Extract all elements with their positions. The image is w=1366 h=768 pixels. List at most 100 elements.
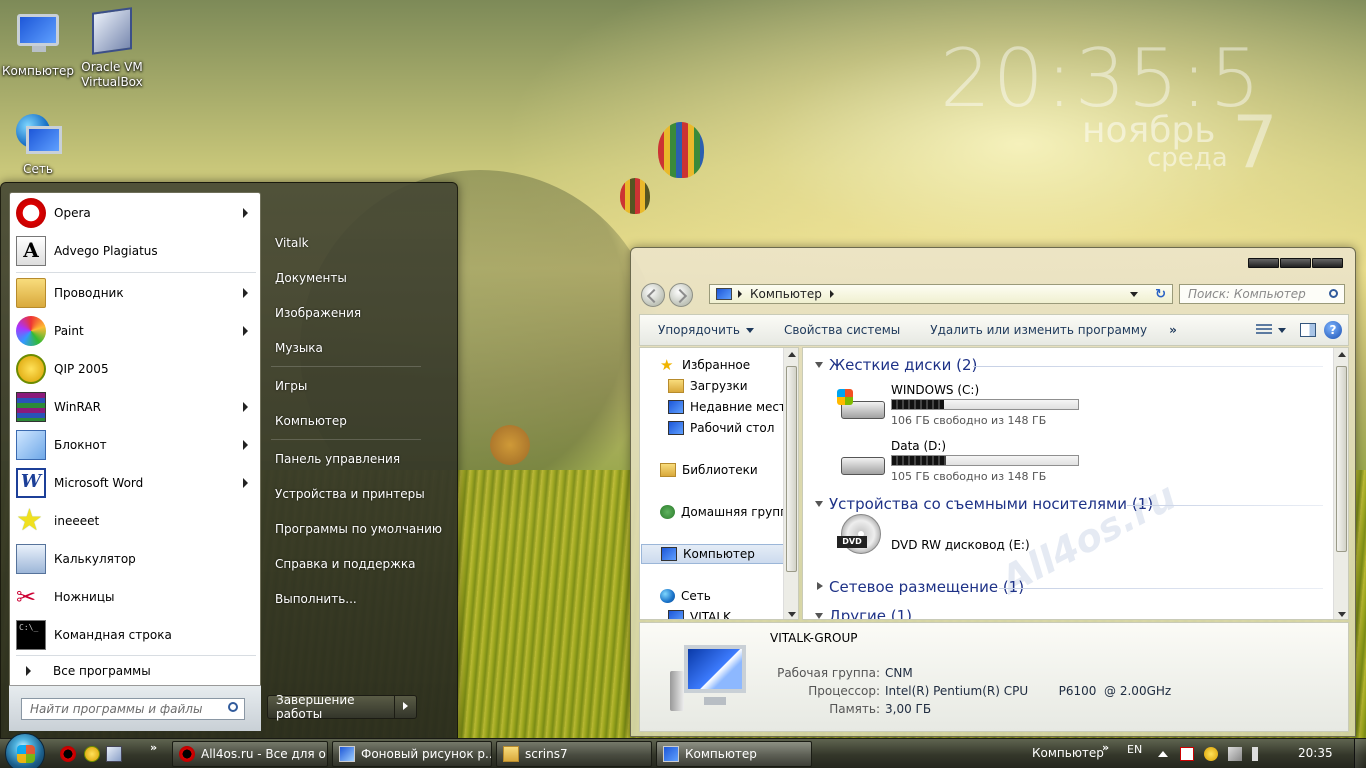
start-right-devices-printers[interactable]: Устройства и принтеры (275, 487, 425, 501)
start-item-winrar[interactable]: WinRAR (14, 389, 258, 425)
navigation-scrollbar[interactable] (783, 348, 798, 619)
collapse-arrow-icon[interactable] (815, 362, 823, 368)
start-search-input[interactable]: Найти программы и файлы (21, 698, 245, 720)
shutdown-button[interactable]: Завершение работы (268, 693, 394, 721)
nav-network[interactable]: Сеть (660, 589, 711, 603)
nav-network-pc[interactable]: VITALK (668, 610, 731, 619)
start-right-games[interactable]: Игры (275, 379, 307, 393)
start-item-ineeeet[interactable]: ★ ineeeet (14, 503, 258, 539)
scroll-down-icon[interactable] (788, 612, 796, 617)
start-right-pictures[interactable]: Изображения (275, 306, 361, 320)
scroll-up-icon[interactable] (788, 352, 796, 357)
breadcrumb-arrow-icon[interactable] (829, 290, 834, 298)
start-item-calculator[interactable]: Калькулятор (14, 541, 258, 577)
volume-icon[interactable] (1252, 747, 1266, 761)
shutdown-options-arrow-icon[interactable] (394, 696, 416, 718)
task-button-computer[interactable]: Компьютер (656, 741, 812, 767)
all-programs-button[interactable]: Все программы (14, 658, 258, 684)
qip-tray-icon[interactable] (1204, 747, 1218, 761)
scrollbar-thumb[interactable] (1336, 366, 1347, 552)
breadcrumb-arrow-icon[interactable] (738, 290, 742, 298)
show-desktop-button[interactable] (1354, 739, 1366, 768)
explorer-search-input[interactable]: Поиск: Компьютер (1179, 284, 1345, 304)
language-indicator[interactable]: EN (1127, 743, 1142, 756)
start-item-snipping[interactable]: ✂ Ножницы (14, 579, 258, 615)
quicklaunch-qip-icon[interactable] (84, 746, 100, 762)
nav-recent-places[interactable]: Недавние места (668, 400, 793, 414)
action-center-flag-icon[interactable] (1180, 747, 1194, 761)
nav-desktop[interactable]: Рабочий стол (668, 421, 774, 435)
desktop-icon-computer[interactable]: Компьютер (0, 10, 76, 79)
start-item-cmd[interactable]: C:\_ Командная строка (14, 617, 258, 653)
desktop-icon-network[interactable]: Сеть (0, 112, 76, 177)
task-button-wallpaper[interactable]: Фоновый рисунок р... (332, 741, 492, 767)
quicklaunch-opera-icon[interactable] (60, 746, 76, 762)
quicklaunch-window-icon[interactable] (106, 746, 122, 762)
forward-button[interactable] (669, 283, 693, 307)
group-hard-drives[interactable]: Жесткие диски (2) (815, 356, 978, 374)
start-item-word[interactable]: W Microsoft Word (14, 465, 258, 501)
taskbar-toolbar-computer[interactable]: Компьютер (1032, 746, 1104, 760)
expand-arrow-icon (26, 666, 31, 676)
system-properties-button[interactable]: Свойства системы (784, 323, 900, 337)
start-item-label: WinRAR (54, 400, 101, 414)
quicklaunch-more-button[interactable]: » (150, 741, 157, 754)
minimize-button[interactable] (1248, 258, 1279, 268)
group-label: Жесткие диски (2) (829, 356, 978, 374)
start-right-user[interactable]: Vitalk (275, 236, 309, 250)
task-button-opera[interactable]: All4os.ru - Все для о... (172, 741, 328, 767)
address-history-dropdown-icon[interactable] (1130, 292, 1138, 297)
maximize-button[interactable] (1280, 258, 1311, 268)
start-button[interactable] (5, 733, 45, 768)
uninstall-program-button[interactable]: Удалить или изменить программу (930, 323, 1147, 337)
start-item-paint[interactable]: Paint (14, 313, 258, 349)
scrollbar-thumb[interactable] (786, 366, 797, 572)
desktop-icon-virtualbox[interactable]: Oracle VM VirtualBox (74, 7, 150, 90)
taskbar-toolbar-more[interactable]: » (1102, 741, 1109, 754)
address-bar[interactable]: Компьютер ↻ (709, 284, 1173, 304)
start-right-computer[interactable]: Компьютер (275, 414, 347, 428)
collapse-arrow-icon[interactable] (815, 613, 823, 619)
help-icon[interactable]: ? (1324, 321, 1342, 339)
nav-libraries[interactable]: Библиотеки (660, 463, 758, 477)
start-item-notepad[interactable]: Блокнот (14, 427, 258, 463)
folder-icon (503, 746, 519, 762)
start-item-opera[interactable]: Opera (14, 195, 258, 231)
content-scrollbar[interactable] (1333, 348, 1348, 619)
nav-downloads[interactable]: Загрузки (668, 379, 748, 393)
start-item-advego[interactable]: A Advego Plagiatus (14, 233, 258, 269)
scroll-down-icon[interactable] (1338, 612, 1346, 617)
close-button[interactable] (1312, 258, 1343, 268)
collapse-arrow-icon[interactable] (815, 501, 823, 507)
start-item-qip[interactable]: QIP 2005 (14, 351, 258, 387)
back-button[interactable] (641, 283, 665, 307)
group-network-locations[interactable]: Сетевое размещение (1) (817, 578, 1024, 596)
homegroup-icon (660, 505, 675, 519)
start-right-control-panel[interactable]: Панель управления (275, 452, 400, 466)
start-right-documents[interactable]: Документы (275, 271, 347, 285)
start-right-run[interactable]: Выполнить... (275, 592, 357, 606)
group-other[interactable]: Другие (1) (815, 607, 912, 619)
show-hidden-icons-icon[interactable] (1158, 751, 1168, 757)
more-commands-button[interactable]: » (1169, 323, 1177, 337)
refresh-icon[interactable]: ↻ (1155, 287, 1166, 302)
nav-homegroup[interactable]: Домашняя группа (660, 505, 795, 519)
organize-button[interactable]: Упорядочить (658, 323, 754, 337)
start-right-help[interactable]: Справка и поддержка (275, 557, 416, 571)
change-view-icon[interactable] (1256, 324, 1272, 336)
network-tray-icon[interactable] (1228, 747, 1242, 761)
nav-favorites[interactable]: ★ Избранное (660, 358, 750, 373)
breadcrumb-computer[interactable]: Компьютер (750, 287, 822, 301)
nav-computer[interactable]: Компьютер (641, 544, 798, 564)
group-removable[interactable]: Устройства со съемными носителями (1) (815, 495, 1153, 513)
scroll-up-icon[interactable] (1338, 352, 1346, 357)
expand-arrow-icon[interactable] (817, 582, 823, 590)
preview-pane-icon[interactable] (1300, 323, 1316, 337)
start-right-separator (271, 366, 421, 367)
start-item-explorer[interactable]: Проводник (14, 275, 258, 311)
view-options-dropdown-icon[interactable] (1278, 328, 1286, 333)
start-right-default-programs[interactable]: Программы по умолчанию (275, 522, 442, 536)
taskbar-clock[interactable]: 20:35 (1298, 746, 1333, 760)
task-button-scrins7[interactable]: scrins7 (496, 741, 652, 767)
start-right-music[interactable]: Музыка (275, 341, 323, 355)
